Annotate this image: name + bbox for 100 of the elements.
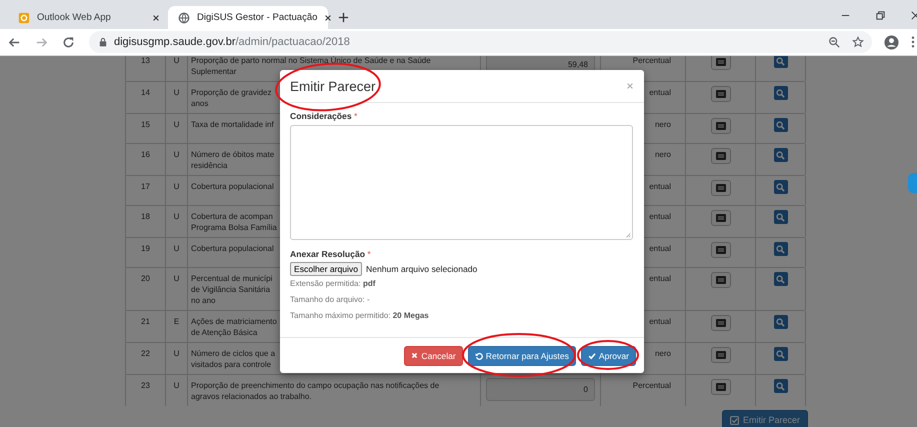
help-text: Tamanho do arquivo: - xyxy=(290,295,370,304)
table-cell: Suplementar xyxy=(191,66,236,77)
file-status: Nenhum arquivo selecionado xyxy=(366,264,478,274)
table-cell: Percentual xyxy=(632,381,671,390)
list-button[interactable] xyxy=(710,56,730,70)
account-icon[interactable] xyxy=(884,34,899,50)
search-button[interactable] xyxy=(774,272,788,286)
list-button[interactable] xyxy=(710,379,730,395)
table-cell: 16 xyxy=(141,150,150,159)
undo-icon xyxy=(474,352,483,360)
emitir-parecer-button[interactable]: Emitir Parecer xyxy=(722,410,808,427)
table-cell: U xyxy=(174,349,180,358)
outlook-icon xyxy=(18,12,30,24)
table-cell: de Vigilância Sanitária xyxy=(191,284,270,295)
list-button[interactable] xyxy=(710,118,730,134)
back-icon[interactable] xyxy=(8,36,21,48)
value-field[interactable]: 0 xyxy=(486,378,595,401)
table-cell: 20 xyxy=(141,274,150,283)
menu-icon[interactable] xyxy=(911,36,915,48)
search-icon xyxy=(776,120,785,130)
list-button[interactable] xyxy=(710,347,730,363)
dialog-button[interactable]: Cancelar xyxy=(404,346,463,366)
list-button[interactable] xyxy=(710,86,730,102)
new-tab-icon[interactable] xyxy=(338,12,349,23)
choose-file-button[interactable]: Escolher arquivo xyxy=(290,262,362,276)
star-icon[interactable] xyxy=(852,36,864,48)
search-button[interactable] xyxy=(774,56,788,68)
list-icon xyxy=(716,184,726,192)
table-cell: no ano xyxy=(191,295,216,306)
table-cell: U xyxy=(174,88,180,97)
search-button[interactable] xyxy=(774,379,788,393)
list-icon xyxy=(716,319,726,327)
checkbox-icon xyxy=(730,416,739,424)
field-label: Anexar Resolução * xyxy=(290,249,371,259)
table-cell: nero xyxy=(654,120,671,129)
list-button[interactable] xyxy=(710,210,730,226)
table-cell: 13 xyxy=(141,56,150,65)
search-button[interactable] xyxy=(774,210,788,224)
table-cell: U xyxy=(174,150,180,159)
table-cell: U xyxy=(174,244,180,253)
table-cell: Taxa de mortalidade inf xyxy=(191,119,274,130)
close-icon[interactable] xyxy=(152,14,160,22)
search-icon xyxy=(776,274,785,284)
modal-title: Emitir Parecer xyxy=(290,78,376,94)
table-cell: Proporção de gravidez xyxy=(191,87,272,98)
zoom-icon[interactable] xyxy=(828,36,840,48)
list-icon xyxy=(716,214,726,222)
table-cell: E xyxy=(174,317,180,326)
table-cell: anos xyxy=(191,98,208,109)
search-button[interactable] xyxy=(774,347,788,361)
search-button[interactable] xyxy=(774,315,788,329)
browser-tab[interactable]: Outlook Web App xyxy=(8,6,168,29)
table-cell: Proporção de parto normal no Sistema Único de Saúde e na Saúde xyxy=(191,56,431,66)
resize-grip-icon[interactable] xyxy=(625,232,631,238)
table-cell: nero xyxy=(654,150,671,159)
search-icon xyxy=(776,182,785,192)
search-button[interactable] xyxy=(774,148,788,162)
search-icon xyxy=(776,212,785,222)
table-cell: U xyxy=(174,381,180,390)
table-cell: U xyxy=(174,274,180,283)
list-icon xyxy=(716,246,726,254)
search-icon xyxy=(776,88,785,98)
list-button[interactable] xyxy=(710,242,730,258)
address-url[interactable]: digisusgmp.saude.gov.br/admin/pactuacao/2018 xyxy=(114,36,350,48)
table-cell: Cobertura de acompan xyxy=(191,211,273,222)
search-icon xyxy=(776,350,785,358)
dialog-button[interactable]: Retornar para Ajustes xyxy=(468,346,576,366)
field-label: Considerações * xyxy=(290,111,358,121)
search-button[interactable] xyxy=(774,86,788,100)
search-button[interactable] xyxy=(774,242,788,256)
table-cell: U xyxy=(174,182,180,191)
table-cell: entual xyxy=(649,244,671,253)
table-cell: 21 xyxy=(141,317,150,326)
list-icon xyxy=(716,276,726,284)
list-button[interactable] xyxy=(710,180,730,196)
check-icon xyxy=(588,352,596,360)
table-cell: 19 xyxy=(141,244,150,253)
search-button[interactable] xyxy=(774,180,788,194)
table-cell: Número de ciclos que a xyxy=(191,348,276,359)
table-cell: 18 xyxy=(141,212,150,221)
search-icon xyxy=(776,150,785,160)
list-button[interactable] xyxy=(710,315,730,331)
reload-icon[interactable] xyxy=(62,36,75,48)
search-button[interactable] xyxy=(774,118,788,132)
table-cell: entual xyxy=(649,88,671,97)
list-button[interactable] xyxy=(710,272,730,288)
table-cell: Percentual de municípi xyxy=(191,273,272,284)
dialog-button[interactable]: Aprovar xyxy=(580,346,636,366)
search-icon xyxy=(776,382,785,390)
list-button[interactable] xyxy=(710,148,730,164)
help-text: Extensão permitida: pdf xyxy=(290,279,376,288)
table-cell: entual xyxy=(649,182,671,191)
table-cell: 22 xyxy=(141,349,150,358)
close-icon[interactable] xyxy=(324,14,332,22)
comment-field[interactable] xyxy=(290,125,633,240)
help-text: Tamanho máximo permitido: 20 Megas xyxy=(290,311,429,320)
browser-tab[interactable]: DigiSUS Gestor - Pactuação xyxy=(168,6,328,29)
table-cell: Ações de matriciamento xyxy=(191,316,277,327)
table-cell: Percentual xyxy=(632,56,671,65)
restore-icon[interactable] xyxy=(875,10,886,21)
